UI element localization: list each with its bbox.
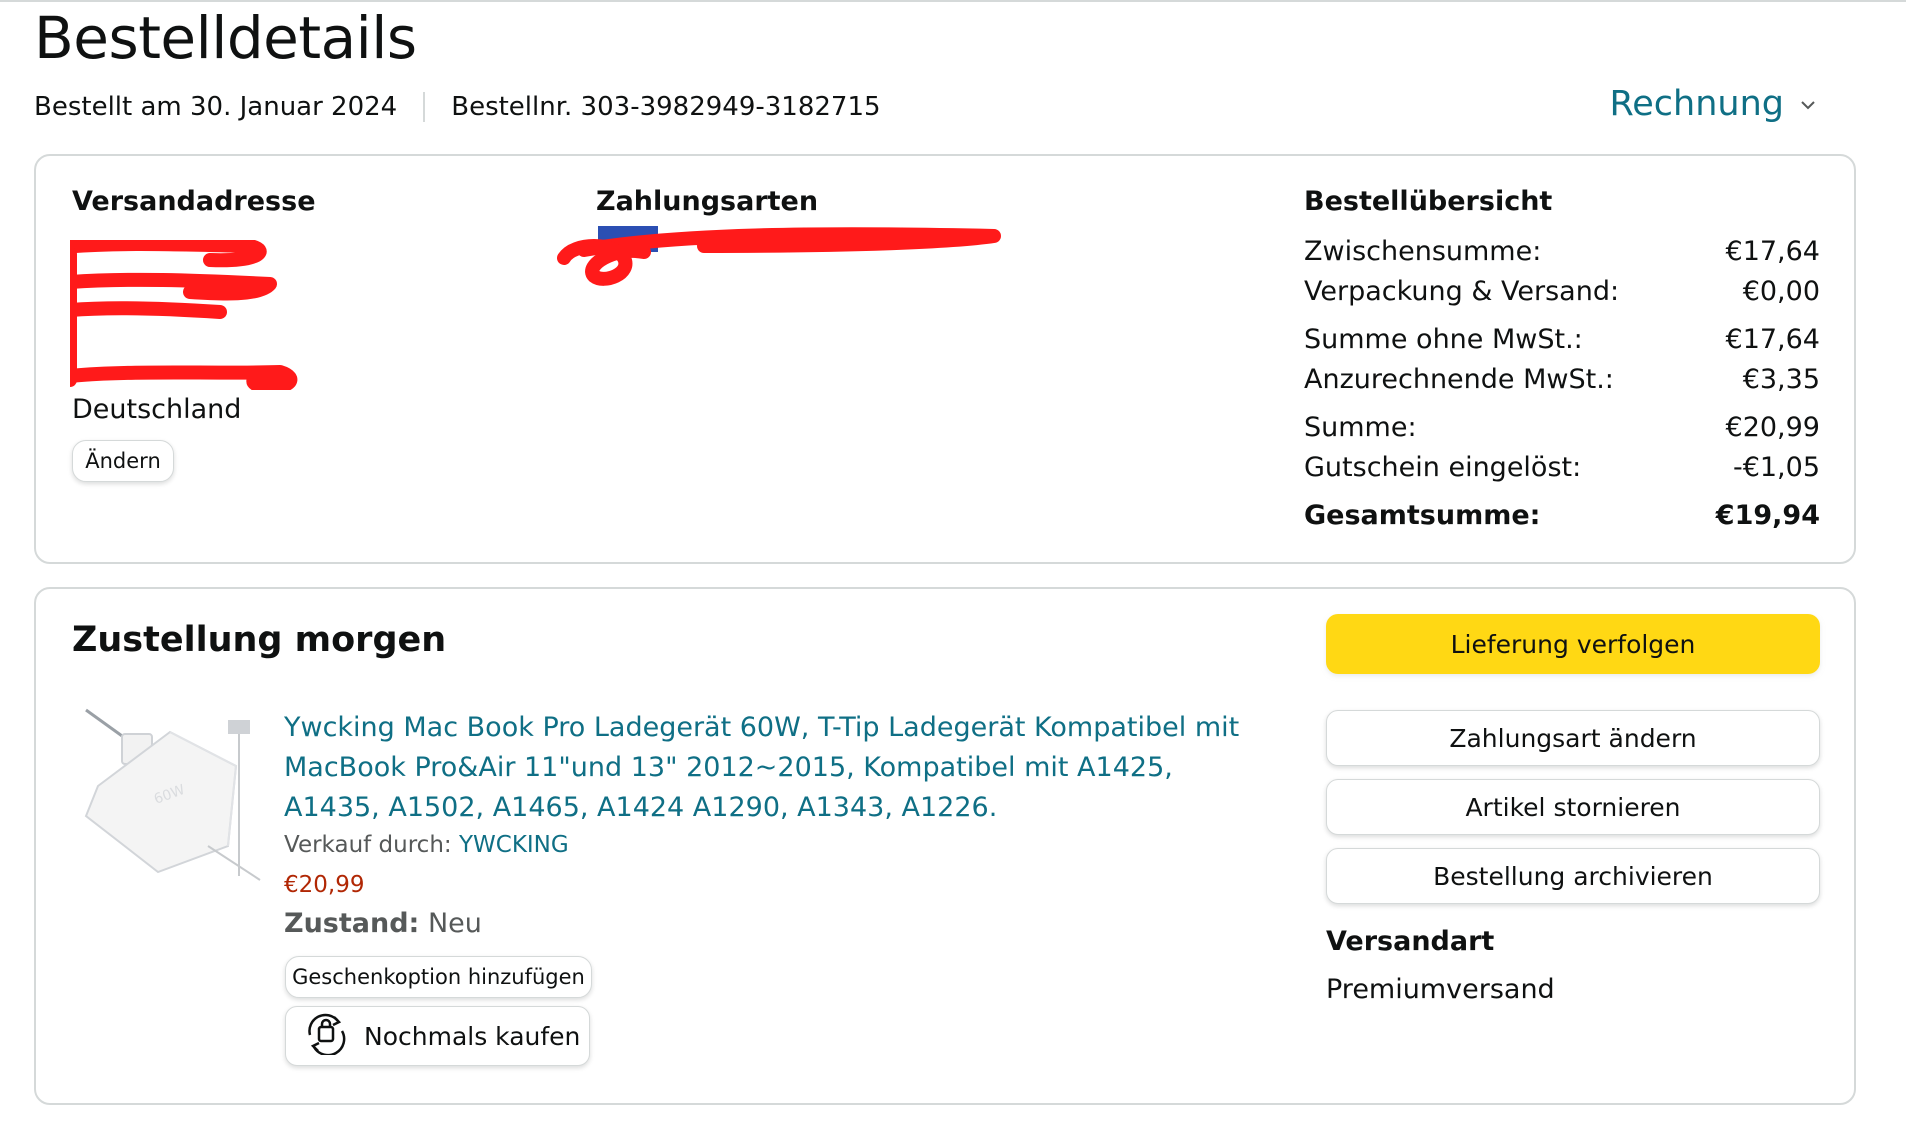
buy-again-button[interactable]: Nochmals kaufen <box>285 1006 590 1066</box>
condition-value: Neu <box>427 908 482 939</box>
summary-value: €17,64 <box>1725 236 1820 267</box>
delivery-status-title: Zustellung morgen <box>72 620 447 660</box>
buy-again-label: Nochmals kaufen <box>364 1021 581 1051</box>
top-divider <box>0 0 1906 2</box>
seller-link[interactable]: YWCKING <box>459 832 569 858</box>
product-price: €20,99 <box>284 872 365 898</box>
redacted-payment <box>557 226 1001 286</box>
summary-value: €3,35 <box>1742 364 1820 395</box>
order-number: Bestellnr. 303-3982949-3182715 <box>451 92 881 122</box>
invoice-label: Rechnung <box>1609 84 1784 124</box>
product-condition: Zustand: Neu <box>284 908 482 939</box>
summary-row-shipping: Verpackung & Versand: €0,00 <box>1304 272 1820 312</box>
summary-row-total: Gesamtsumme: €19,94 <box>1304 496 1820 536</box>
shipping-method-value: Premiumversand <box>1326 974 1555 1005</box>
summary-total-label: Gesamtsumme: <box>1304 500 1541 531</box>
seller-prefix: Verkauf durch: <box>284 832 452 858</box>
summary-row-subtotal: Zwischensumme: €17,64 <box>1304 232 1820 272</box>
product-title-link[interactable]: Ywcking Mac Book Pro Ladegerät 60W, T-Ti… <box>284 708 1244 828</box>
order-date: Bestellt am 30. Januar 2024 <box>34 92 398 122</box>
order-summary: Zwischensumme: €17,64 Verpackung & Versa… <box>1304 232 1820 536</box>
summary-row-sum: Summe: €20,99 <box>1304 408 1820 448</box>
change-payment-button[interactable]: Zahlungsart ändern <box>1326 710 1820 766</box>
payment-methods-title: Zahlungsarten <box>596 186 819 217</box>
summary-value: €17,64 <box>1725 324 1820 355</box>
buy-again-icon <box>302 1011 350 1061</box>
seller-info: Verkauf durch: YWCKING <box>284 832 569 858</box>
shipping-method-label: Versandart <box>1326 926 1495 957</box>
summary-value: -€1,05 <box>1732 452 1820 483</box>
summary-label: Summe: <box>1304 412 1417 443</box>
shipping-address-title: Versandadresse <box>72 186 316 217</box>
archive-order-button[interactable]: Bestellung archivieren <box>1326 848 1820 904</box>
summary-row-vat: Anzurechnende MwSt.: €3,35 <box>1304 360 1820 400</box>
track-package-button[interactable]: Lieferung verfolgen <box>1326 614 1820 674</box>
add-gift-option-button[interactable]: Geschenkoption hinzufügen <box>285 956 592 998</box>
condition-label: Zustand: <box>284 908 420 939</box>
summary-label: Summe ohne MwSt.: <box>1304 324 1583 355</box>
chevron-down-icon <box>1800 94 1816 115</box>
summary-label: Anzurechnende MwSt.: <box>1304 364 1614 395</box>
product-image[interactable]: 60W <box>78 706 264 882</box>
invoice-dropdown[interactable]: Rechnung <box>1610 84 1816 124</box>
shipping-country: Deutschland <box>72 394 242 425</box>
summary-row-voucher: Gutschein eingelöst: -€1,05 <box>1304 448 1820 488</box>
summary-label: Zwischensumme: <box>1304 236 1542 267</box>
summary-total-value: €19,94 <box>1715 500 1820 531</box>
summary-value: €20,99 <box>1725 412 1820 443</box>
summary-label: Gutschein eingelöst: <box>1304 452 1582 483</box>
change-address-button[interactable]: Ändern <box>72 440 174 482</box>
order-summary-title: Bestellübersicht <box>1304 186 1553 217</box>
redacted-address <box>70 240 298 390</box>
summary-label: Verpackung & Versand: <box>1304 276 1620 307</box>
summary-row-net: Summe ohne MwSt.: €17,64 <box>1304 320 1820 360</box>
cancel-item-button[interactable]: Artikel stornieren <box>1326 779 1820 835</box>
order-meta: Bestellt am 30. Januar 2024 Bestellnr. 3… <box>34 92 881 122</box>
meta-divider <box>423 92 426 122</box>
page-title: Bestelldetails <box>34 4 417 72</box>
summary-value: €0,00 <box>1742 276 1820 307</box>
